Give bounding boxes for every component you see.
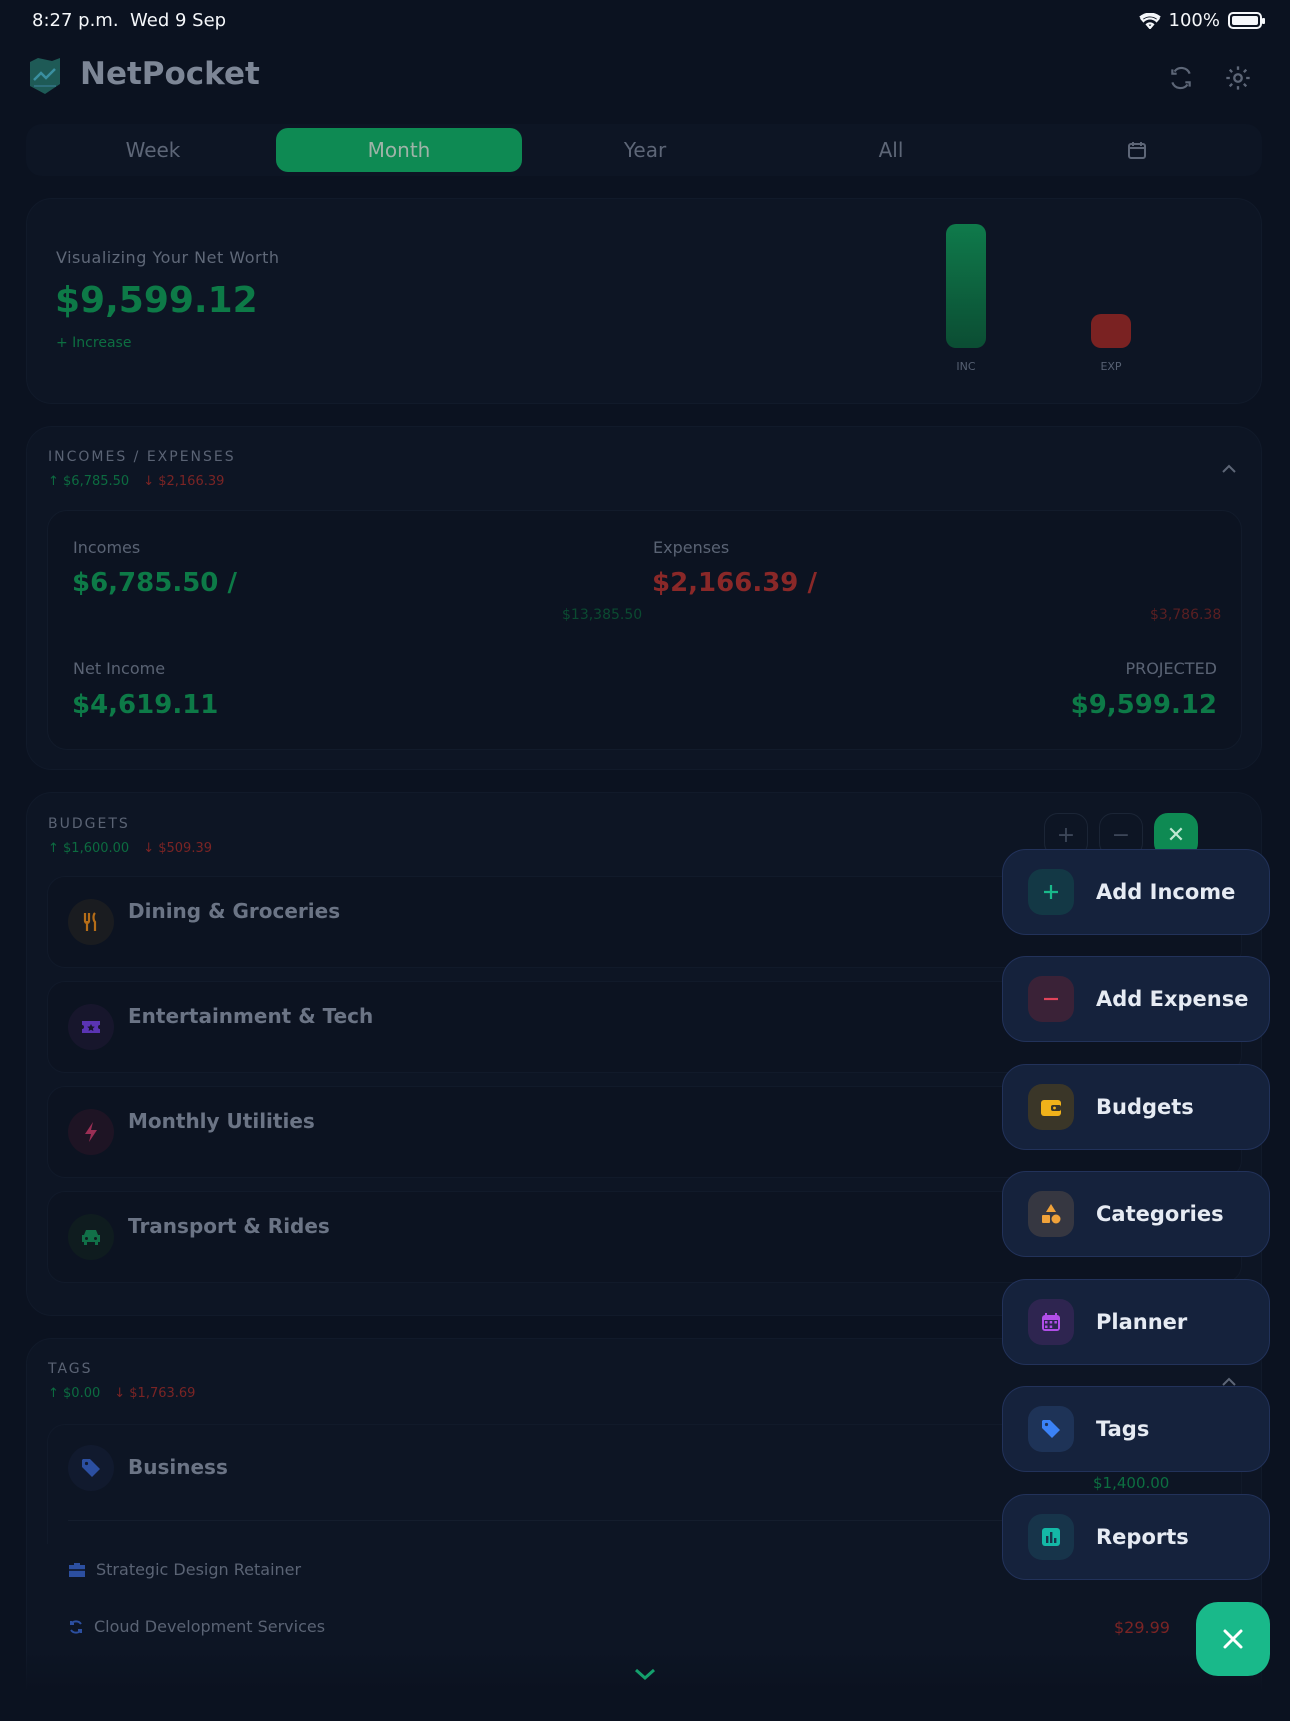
- add-income-button[interactable]: Add Income: [1002, 849, 1270, 935]
- scroll-down-chevron-icon[interactable]: [633, 1666, 657, 1685]
- projected-value: $9,599.12: [1070, 690, 1217, 720]
- down-total: $509.39: [158, 841, 212, 856]
- app-title: NetPocket: [80, 56, 260, 92]
- wifi-icon: [1138, 12, 1161, 29]
- bolt-icon: [68, 1109, 114, 1155]
- tags-menu-button[interactable]: Tags: [1002, 1386, 1270, 1472]
- tag-icon: [68, 1445, 114, 1491]
- ticket-icon: [68, 1004, 114, 1050]
- up-total: $1,600.00: [63, 841, 130, 856]
- incomes-label: Incomes: [73, 538, 141, 557]
- down-total: $2,166.39: [158, 474, 225, 489]
- menu-label: Reports: [1096, 1525, 1189, 1549]
- gear-icon[interactable]: [1220, 60, 1256, 96]
- tag-item[interactable]: Strategic Design Retainer: [68, 1560, 301, 1579]
- tag-group-name: Business: [128, 1455, 228, 1479]
- budget-name: Entertainment & Tech: [128, 1004, 374, 1028]
- recurring-icon: [70, 1619, 82, 1634]
- budgets-menu-button[interactable]: Budgets: [1002, 1064, 1270, 1150]
- add-expense-button[interactable]: Add Expense: [1002, 956, 1270, 1042]
- tab-year[interactable]: Year: [522, 128, 768, 172]
- incomes-projected: $13,385.50: [562, 607, 643, 623]
- calendar-icon[interactable]: [1014, 128, 1260, 172]
- expenses-label: Expenses: [653, 538, 730, 557]
- section-totals: ↑ $0.00 ↓ $1,763.69: [48, 1386, 196, 1401]
- networth-label: Visualizing Your Net Worth: [56, 248, 280, 267]
- reports-menu-button[interactable]: Reports: [1002, 1494, 1270, 1580]
- close-fab-button[interactable]: [1196, 1602, 1270, 1676]
- networth-value: $9,599.12: [55, 280, 258, 321]
- chart-icon: [1028, 1514, 1074, 1560]
- section-title: BUDGETS: [48, 816, 130, 832]
- wallet-icon: [1028, 1084, 1074, 1130]
- collapse-chevron-icon[interactable]: [1217, 457, 1241, 481]
- budget-name: Monthly Utilities: [128, 1109, 315, 1133]
- briefcase-icon: [69, 1562, 85, 1577]
- calendar-grid-icon: [1028, 1299, 1074, 1345]
- minus-icon: [1028, 976, 1074, 1022]
- bottom-fade: [0, 1650, 1290, 1721]
- expenses-projected: $3,786.38: [1150, 607, 1222, 623]
- net-income-label: Net Income: [73, 659, 166, 678]
- budget-name: Transport & Rides: [128, 1214, 330, 1238]
- up-total: $0.00: [63, 1386, 101, 1401]
- tag-item-name: Strategic Design Retainer: [96, 1560, 302, 1579]
- menu-label: Add Expense: [1096, 987, 1249, 1011]
- section-title: INCOMES / EXPENSES: [48, 449, 236, 465]
- tag-icon: [1028, 1406, 1074, 1452]
- tag-item[interactable]: Cloud Development Services: [68, 1617, 325, 1636]
- expense-bar: [1091, 314, 1131, 348]
- sync-icon[interactable]: [1163, 60, 1199, 96]
- status-indicators: 100%: [1138, 10, 1265, 31]
- menu-label: Add Income: [1096, 880, 1236, 904]
- projected-label: PROJECTED: [1125, 659, 1217, 678]
- plus-icon: [1028, 869, 1074, 915]
- up-total: $6,785.50: [63, 474, 130, 489]
- tag-item-name: Cloud Development Services: [94, 1617, 326, 1636]
- fork-knife-icon: [68, 899, 114, 945]
- battery-icon: [1228, 12, 1265, 29]
- menu-label: Tags: [1096, 1417, 1150, 1441]
- car-icon: [68, 1214, 114, 1260]
- close-icon: [1223, 1629, 1243, 1649]
- tab-week[interactable]: Week: [30, 128, 276, 172]
- period-selector: Week Month Year All: [26, 124, 1262, 176]
- tag-item-amount: $29.99: [1114, 1618, 1170, 1637]
- income-bar-label: INC: [956, 360, 976, 373]
- tag-group-amount: $1,400.00: [1093, 1474, 1170, 1492]
- net-income-value: $4,619.11: [72, 690, 219, 720]
- section-totals: ↑ $1,600.00 ↓ $509.39: [48, 841, 212, 856]
- categories-menu-button[interactable]: Categories: [1002, 1171, 1270, 1257]
- income-bar: [946, 224, 986, 348]
- networth-trend: + Increase: [56, 335, 132, 351]
- status-time: 8:27 p.m. Wed 9 Sep: [32, 10, 227, 31]
- expenses-value: $2,166.39 /: [652, 568, 817, 598]
- section-title: TAGS: [48, 1361, 93, 1377]
- menu-label: Categories: [1096, 1202, 1224, 1226]
- shapes-icon: [1028, 1191, 1074, 1237]
- menu-label: Budgets: [1096, 1095, 1194, 1119]
- tab-all[interactable]: All: [768, 128, 1014, 172]
- app-logo: [26, 56, 64, 96]
- budget-name: Dining & Groceries: [128, 899, 341, 923]
- incomes-value: $6,785.50 /: [72, 568, 237, 598]
- expense-bar-label: EXP: [1100, 360, 1122, 373]
- income-expense-panel: [47, 510, 1242, 750]
- battery-percent: 100%: [1168, 10, 1220, 31]
- planner-menu-button[interactable]: Planner: [1002, 1279, 1270, 1365]
- menu-label: Planner: [1096, 1310, 1188, 1334]
- tab-month[interactable]: Month: [276, 128, 522, 172]
- down-total: $1,763.69: [129, 1386, 196, 1401]
- section-totals: ↑ $6,785.50 ↓ $2,166.39: [48, 474, 225, 489]
